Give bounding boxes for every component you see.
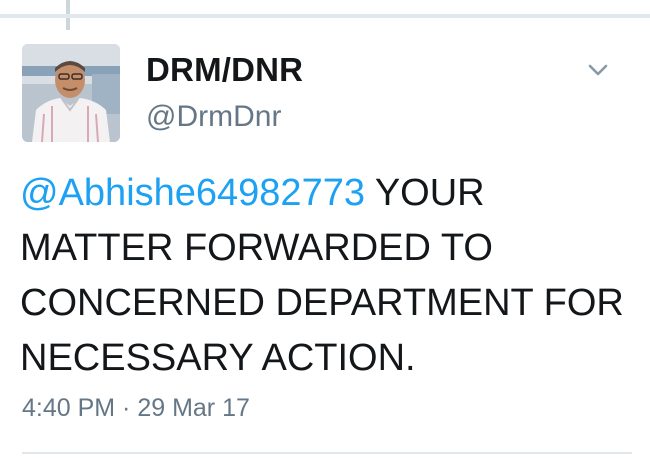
avatar-photo (22, 44, 120, 142)
tweet-menu-button[interactable] (582, 56, 614, 84)
mention-link[interactable]: @Abhishe64982773 (20, 172, 365, 214)
tweet-timestamp[interactable]: 4:40 PM · 29 Mar 17 (22, 394, 250, 423)
author-display-name[interactable]: DRM/DNR (146, 51, 303, 89)
bottom-divider (22, 452, 632, 454)
chevron-down-icon (588, 64, 608, 76)
top-divider (0, 14, 650, 18)
tweet-text: @Abhishe64982773 YOUR MATTER FORWARDED T… (20, 166, 640, 386)
author-handle[interactable]: @DrmDnr (146, 100, 281, 134)
avatar[interactable] (22, 44, 120, 142)
